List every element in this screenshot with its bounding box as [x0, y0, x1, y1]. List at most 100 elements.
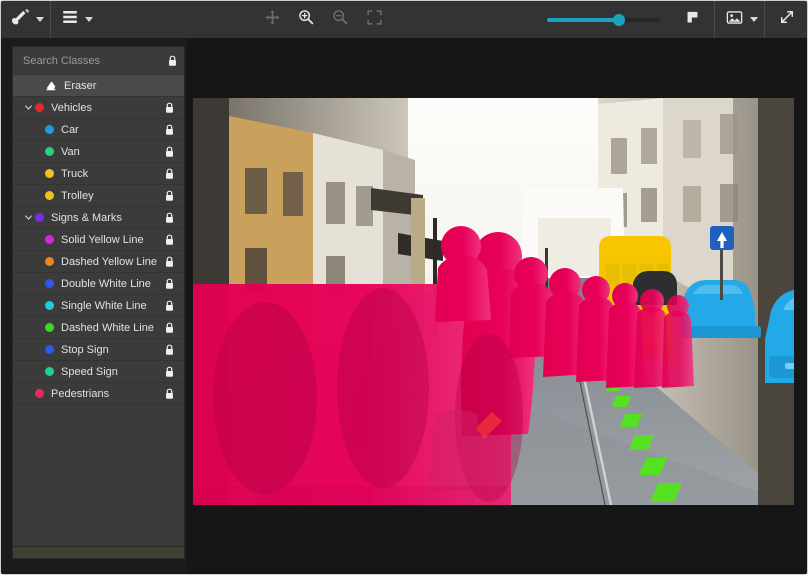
lock-closed-icon[interactable] — [162, 344, 176, 356]
search-classes-row — [13, 47, 184, 75]
layers-icon — [61, 8, 79, 31]
sidebar-footer-bar — [13, 546, 184, 558]
class-row[interactable]: Vehicles — [13, 97, 184, 119]
lock-closed-icon[interactable] — [162, 102, 176, 114]
annotated-photo[interactable] — [193, 98, 794, 505]
lock-closed-icon[interactable] — [162, 256, 176, 268]
class-color-dot — [45, 345, 54, 354]
toolbar-group-opacity — [547, 1, 714, 38]
class-color-dot — [45, 279, 54, 288]
class-row[interactable]: Double White Line — [13, 273, 184, 295]
flag-icon — [684, 9, 701, 31]
class-label: Single White Line — [61, 299, 147, 312]
class-row[interactable]: Dashed Yellow Line — [13, 251, 184, 273]
lock-closed-icon[interactable] — [162, 124, 176, 136]
class-row[interactable]: Solid Yellow Line — [13, 229, 184, 251]
class-list: Eraser Vehicles Car Van Truck Trolley Signs &… — [13, 75, 184, 546]
chevron-down-icon — [85, 17, 93, 22]
class-label: Solid Yellow Line — [61, 233, 144, 246]
lock-closed-icon[interactable] — [162, 146, 176, 158]
flag-tool-button[interactable] — [670, 5, 714, 35]
search-input[interactable] — [23, 54, 165, 67]
lock-closed-icon[interactable] — [162, 388, 176, 400]
fit-screen-icon — [366, 9, 383, 31]
class-label: Trolley — [61, 189, 94, 202]
zoom-in-icon — [297, 8, 315, 31]
class-label: Van — [61, 145, 80, 158]
class-row[interactable]: Dashed White Line — [13, 317, 184, 339]
layers-tool-button[interactable] — [51, 5, 99, 35]
toolbar-group-image — [715, 1, 764, 38]
class-row[interactable]: Trolley — [13, 185, 184, 207]
class-color-dot — [35, 213, 44, 222]
eraser-icon — [45, 80, 57, 92]
opacity-slider-fill — [547, 17, 620, 22]
brush-icon — [11, 8, 30, 32]
lock-closed-icon[interactable] — [162, 212, 176, 224]
class-row[interactable]: Single White Line — [13, 295, 184, 317]
class-color-dot — [45, 257, 54, 266]
toolbar-group-tools — [1, 1, 50, 38]
brush-tool-button[interactable] — [1, 5, 50, 35]
class-label: Truck — [61, 167, 89, 180]
class-color-dot — [45, 367, 54, 376]
class-sidebar: Eraser Vehicles Car Van Truck Trolley Signs &… — [12, 46, 185, 559]
class-label: Double White Line — [61, 277, 151, 290]
class-color-dot — [35, 389, 44, 398]
class-label: Signs & Marks — [51, 211, 122, 224]
lock-closed-icon[interactable] — [162, 300, 176, 312]
lock-closed-icon[interactable] — [162, 234, 176, 246]
class-label: Dashed Yellow Line — [61, 255, 158, 268]
class-color-dot — [45, 301, 54, 310]
class-row[interactable]: Car — [13, 119, 184, 141]
class-color-dot — [45, 125, 54, 134]
lock-closed-icon[interactable] — [162, 278, 176, 290]
class-color-dot — [35, 103, 44, 112]
eraser-label: Eraser — [64, 79, 97, 92]
chevron-down-icon — [36, 17, 44, 22]
zoom-in-tool-button[interactable] — [289, 5, 323, 35]
class-row[interactable]: Van — [13, 141, 184, 163]
lock-closed-icon[interactable] — [165, 55, 179, 67]
class-color-dot — [45, 323, 54, 332]
opacity-slider-handle[interactable] — [613, 13, 626, 26]
top-toolbar — [1, 1, 807, 38]
class-color-dot — [45, 169, 54, 178]
class-label: Pedestrians — [51, 387, 110, 400]
toolbar-group-layers — [51, 1, 99, 38]
image-icon — [725, 8, 744, 32]
chevron-down-icon[interactable] — [21, 213, 35, 222]
class-color-dot — [45, 191, 54, 200]
chevron-down-icon[interactable] — [21, 103, 35, 112]
expand-arrows-icon — [778, 8, 796, 31]
class-label: Car — [61, 123, 79, 136]
class-row[interactable]: Speed Sign — [13, 361, 184, 383]
application-window: Eraser Vehicles Car Van Truck Trolley Signs &… — [0, 0, 808, 575]
class-label: Dashed White Line — [61, 321, 154, 334]
image-tool-button[interactable] — [715, 5, 764, 35]
toolbar-group-expand — [765, 1, 807, 38]
class-row[interactable]: Truck — [13, 163, 184, 185]
class-label: Stop Sign — [61, 343, 109, 356]
class-row[interactable]: Pedestrians — [13, 383, 184, 405]
class-color-dot — [45, 147, 54, 156]
move-tool-button[interactable] — [255, 5, 289, 35]
lock-closed-icon[interactable] — [162, 366, 176, 378]
opacity-slider[interactable] — [547, 10, 660, 30]
class-row[interactable]: Stop Sign — [13, 339, 184, 361]
fit-screen-tool-button[interactable] — [357, 5, 391, 35]
lock-closed-icon[interactable] — [162, 322, 176, 334]
class-label: Vehicles — [51, 101, 92, 114]
lock-closed-icon[interactable] — [162, 190, 176, 202]
eraser-row[interactable]: Eraser — [13, 75, 184, 97]
zoom-out-icon — [331, 8, 349, 31]
expand-tool-button[interactable] — [765, 5, 807, 35]
zoom-out-tool-button[interactable] — [323, 5, 357, 35]
image-canvas[interactable] — [187, 38, 807, 574]
toolbar-group-navigation — [255, 1, 391, 38]
move-icon — [264, 9, 281, 31]
class-row[interactable]: Signs & Marks — [13, 207, 184, 229]
lock-closed-icon[interactable] — [162, 168, 176, 180]
chevron-down-icon — [750, 17, 758, 22]
class-color-dot — [45, 235, 54, 244]
